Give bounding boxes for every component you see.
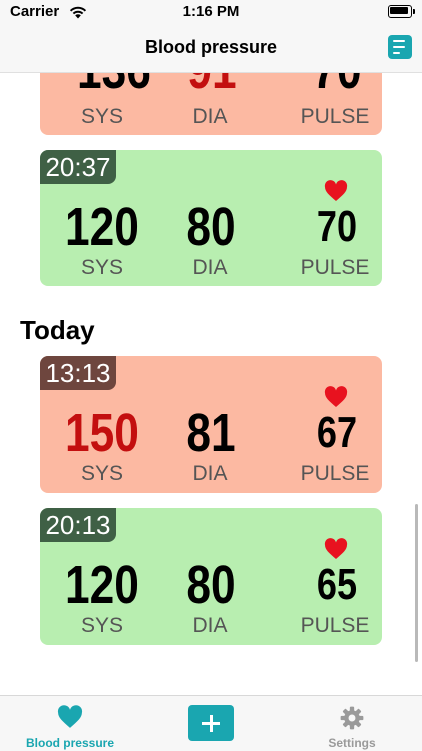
tab-bar: Blood pressure Settings: [0, 695, 422, 751]
pulse-label: PULSE: [300, 614, 370, 637]
time-badge: 20:13: [40, 508, 116, 542]
dia-value: 80: [186, 197, 236, 257]
sys-label: SYS: [80, 462, 124, 485]
pulse-value: 70: [316, 202, 358, 251]
pulse-value: 65: [316, 560, 358, 609]
page-title: Blood pressure: [144, 37, 278, 57]
pulse-label: PULSE: [300, 105, 370, 128]
heart-icon: [324, 386, 348, 407]
battery-icon: [388, 5, 415, 18]
reading-card[interactable]: 13:13 150 81 67 SYS DIA PULSE: [40, 356, 382, 493]
dia-value: 91: [171, 73, 253, 101]
heart-icon: [57, 705, 83, 728]
gear-icon: [340, 706, 364, 730]
tab-label: Settings: [328, 736, 376, 750]
status-time: 1:16 PM: [182, 3, 240, 20]
sys-value: 120: [65, 197, 139, 257]
reading-card[interactable]: 136 91 70 SYS DIA PULSE: [40, 73, 382, 135]
navigation-bar: Blood pressure: [0, 24, 422, 73]
readings-list[interactable]: 136 91 70 SYS DIA PULSE 20:37 120 80 70 …: [0, 73, 422, 695]
pulse-value: 67: [316, 408, 358, 457]
tab-label: Blood pressure: [25, 736, 115, 750]
dia-label: DIA: [192, 256, 228, 279]
section-title-today: Today: [20, 315, 95, 345]
sys-label: SYS: [80, 614, 124, 637]
sys-label: SYS: [80, 105, 124, 128]
pulse-label: PULSE: [300, 462, 370, 485]
pulse-label: PULSE: [300, 256, 370, 279]
time-badge: 13:13: [40, 356, 116, 390]
dia-value: 81: [186, 403, 236, 463]
dia-label: DIA: [192, 462, 228, 485]
scrollbar[interactable]: [415, 504, 418, 662]
dia-label: DIA: [192, 614, 228, 637]
status-bar: Carrier 1:16 PM: [0, 0, 422, 24]
sys-value: 136: [73, 73, 155, 101]
reading-card[interactable]: 20:13 120 80 65 SYS DIA PULSE: [40, 508, 382, 645]
sys-label: SYS: [80, 256, 124, 279]
sys-value: 120: [65, 555, 139, 615]
reading-card[interactable]: 20:37 120 80 70 SYS DIA PULSE: [40, 150, 382, 286]
pulse-value: 70: [296, 73, 378, 101]
list-icon[interactable]: [388, 35, 412, 59]
tab-settings[interactable]: Settings: [282, 696, 422, 751]
add-button[interactable]: [188, 705, 234, 741]
heart-icon: [324, 538, 348, 559]
time-badge: 20:37: [40, 150, 116, 184]
sys-value: 150: [65, 403, 139, 463]
tab-blood-pressure[interactable]: Blood pressure: [0, 696, 140, 751]
heart-icon: [324, 180, 348, 201]
dia-value: 80: [186, 555, 236, 615]
dia-label: DIA: [192, 105, 228, 128]
